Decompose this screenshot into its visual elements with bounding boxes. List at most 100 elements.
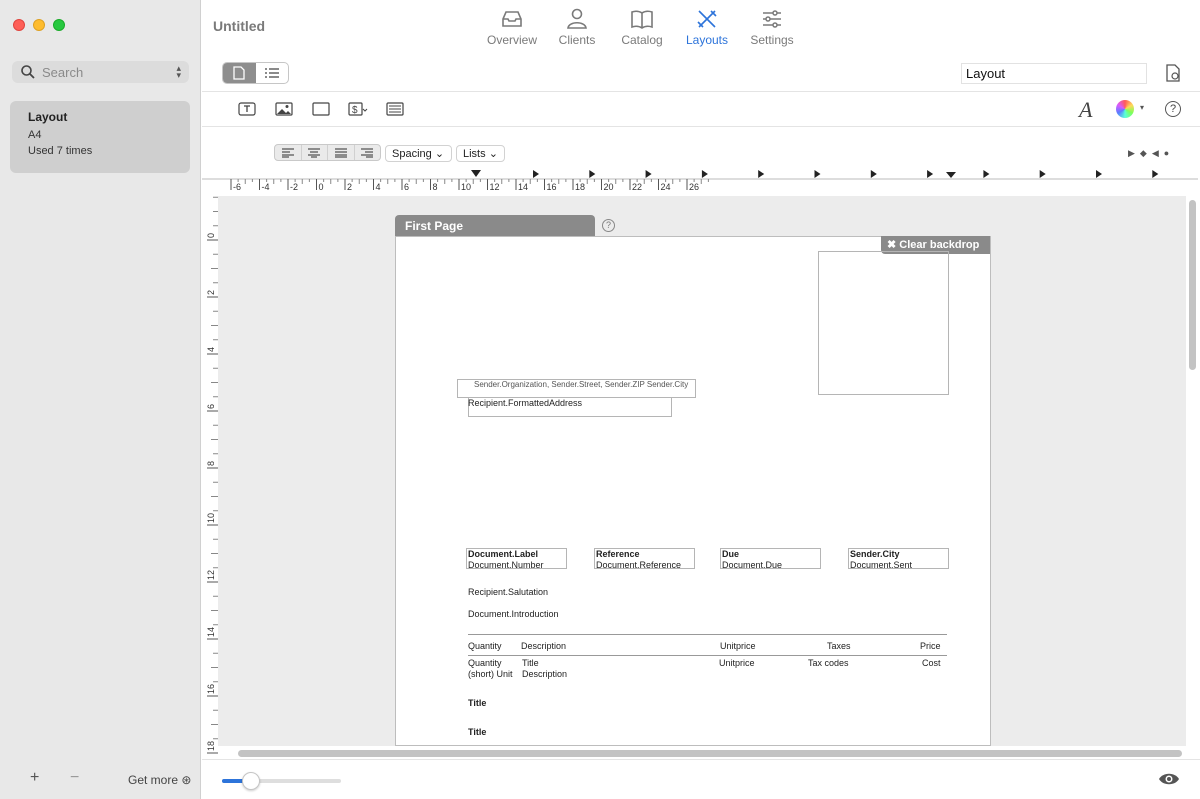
search-icon xyxy=(21,65,35,79)
align-justify-icon xyxy=(334,147,347,158)
chevron-down-icon[interactable]: ▾ xyxy=(1140,103,1144,112)
indent-marker xyxy=(471,170,481,177)
recipient-address-text: Recipient.FormattedAddress xyxy=(468,398,583,408)
zoom-window-button[interactable] xyxy=(53,19,65,31)
tab-stop-marker xyxy=(1152,170,1159,178)
ruler-label: 8 xyxy=(206,461,216,466)
bottom-bar xyxy=(202,759,1200,799)
ruler-label: 16 xyxy=(206,684,216,694)
tab-stop-marker xyxy=(533,170,539,178)
sidebar-footer: + − Get more ⊛ xyxy=(0,759,200,799)
horizontal-ruler[interactable]: -6 -4 -2 0 2 4 6 8 10 12 14 16 18 20 22 24 26 xyxy=(202,166,1198,196)
insert-shape-button[interactable] xyxy=(302,100,339,118)
tray-icon xyxy=(502,11,522,27)
info-field-label: Due xyxy=(722,549,740,559)
get-more-button[interactable]: Get more ⊛ xyxy=(128,773,191,787)
ruler-label: 8 xyxy=(433,182,438,192)
document-settings-icon[interactable] xyxy=(1165,64,1181,82)
ruler-label: 10 xyxy=(461,182,471,192)
remove-layout-button[interactable]: − xyxy=(70,769,79,787)
ruler-label: 22 xyxy=(632,182,642,192)
tab-stop-marker xyxy=(814,170,821,178)
page-view-button[interactable] xyxy=(223,63,256,83)
tab-stop-tools[interactable]: ▶◆◀● xyxy=(1128,148,1174,159)
svg-text:$: $ xyxy=(352,105,358,116)
ruler-label: 2 xyxy=(347,182,352,192)
align-justify-button[interactable] xyxy=(328,145,355,160)
zoom-slider-knob[interactable] xyxy=(241,772,260,790)
dollar-field-icon: $ xyxy=(347,102,367,116)
close-window-button[interactable] xyxy=(13,19,25,31)
text-box-icon xyxy=(237,102,256,116)
ruler-label: 18 xyxy=(575,182,585,192)
view-mode-segmented-control xyxy=(222,62,289,84)
tab-catalog[interactable]: Catalog xyxy=(610,8,674,48)
ruler-label: 24 xyxy=(661,182,671,192)
ruler-label: -2 xyxy=(290,182,298,192)
list-view-button[interactable] xyxy=(256,63,289,83)
align-left-button[interactable] xyxy=(275,145,302,160)
insert-image-button[interactable] xyxy=(265,100,302,118)
tab-overview[interactable]: Overview xyxy=(480,8,544,48)
horizontal-scrollbar[interactable] xyxy=(238,750,1182,757)
minimize-window-button[interactable] xyxy=(33,19,45,31)
table-top-rule xyxy=(468,634,947,635)
row-cost: Cost xyxy=(922,658,941,668)
ruler-label: 14 xyxy=(206,627,216,637)
tab-label: Layouts xyxy=(685,33,729,47)
help-icon[interactable]: ? xyxy=(1165,101,1181,117)
section-title: Title xyxy=(468,727,487,737)
insert-text-button[interactable] xyxy=(228,100,265,118)
section-title: Title xyxy=(468,698,487,708)
add-layout-button[interactable]: + xyxy=(30,769,39,787)
ruler-label: 10 xyxy=(206,513,216,523)
search-placeholder: Search xyxy=(42,64,84,80)
ruler-label: 6 xyxy=(404,182,409,192)
row-tax-codes: Tax codes xyxy=(808,658,849,668)
ruler-label: 0 xyxy=(319,182,324,192)
layout-list-item[interactable]: Layout A4 Used 7 times xyxy=(10,101,190,173)
align-left-icon xyxy=(281,147,294,158)
salutation-text: Recipient.Salutation xyxy=(468,587,549,597)
fonts-icon[interactable]: A xyxy=(1079,97,1092,123)
tab-stop-marker xyxy=(927,170,934,178)
text-alignment-control xyxy=(274,144,381,161)
tab-label: Overview xyxy=(486,33,537,47)
table-header-quantity: Quantity xyxy=(468,641,502,651)
logo-placeholder-box[interactable] xyxy=(818,251,949,395)
lists-popup[interactable]: Lists ⌄ xyxy=(456,145,505,162)
page-help-icon[interactable]: ? xyxy=(602,219,615,232)
chevron-down-icon: ⌄ xyxy=(434,148,445,160)
table-icon xyxy=(385,102,404,116)
page-tab[interactable]: First Page xyxy=(395,215,595,236)
table-header-rule xyxy=(468,655,947,656)
insert-table-button[interactable] xyxy=(376,100,413,118)
search-input[interactable]: Search ▴ ▾ xyxy=(12,61,189,83)
spacing-popup[interactable]: Spacing ⌄ xyxy=(385,145,452,162)
vertical-scrollbar[interactable] xyxy=(1189,200,1196,370)
color-wheel-icon[interactable] xyxy=(1116,100,1134,118)
vertical-ruler[interactable]: 0 2 4 6 8 10 12 14 16 18 xyxy=(201,196,218,758)
chevron-down-icon: ⌄ xyxy=(488,148,498,160)
tab-stop-marker xyxy=(645,170,652,178)
eye-icon[interactable] xyxy=(1158,772,1180,786)
person-icon xyxy=(567,8,587,29)
ruler-label: 18 xyxy=(206,741,216,751)
info-field-label: Reference xyxy=(596,549,640,559)
align-right-button[interactable] xyxy=(355,145,381,160)
toolbar-divider xyxy=(202,91,1200,92)
info-field-value: Document.Sent xyxy=(850,560,913,570)
ruler-label: -4 xyxy=(262,182,270,192)
row-quantity: Quantity xyxy=(468,658,502,668)
info-field-label: Sender.City xyxy=(850,549,900,559)
tab-clients[interactable]: Clients xyxy=(545,8,609,48)
tab-settings[interactable]: Settings xyxy=(740,8,804,48)
align-center-button[interactable] xyxy=(302,145,328,160)
table-header-description: Description xyxy=(521,641,567,651)
introduction-text: Document.Introduction xyxy=(468,609,559,619)
layout-name-field[interactable]: Layout xyxy=(961,63,1147,84)
format-bar-divider xyxy=(202,126,1200,127)
tab-layouts[interactable]: Layouts xyxy=(675,8,739,48)
window-title: Untitled xyxy=(213,18,266,34)
insert-field-button[interactable]: $ xyxy=(339,100,376,118)
